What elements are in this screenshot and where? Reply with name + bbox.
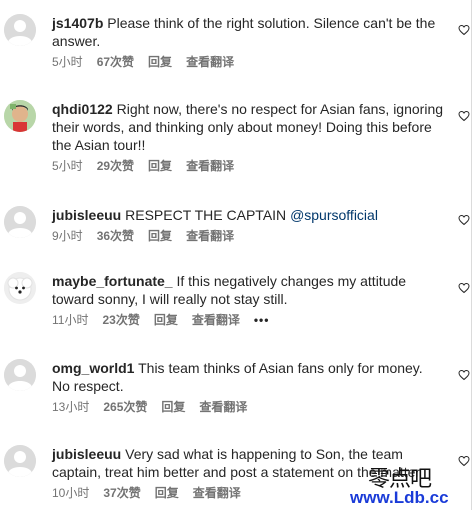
photo-avatar[interactable] (4, 100, 36, 132)
comment-likes[interactable]: 23次赞 (102, 313, 139, 327)
comment-likes[interactable]: 37次赞 (103, 486, 140, 500)
comment-text-block: js1407b Please think of the right soluti… (52, 14, 444, 50)
comment-username[interactable]: jubisleeuu (52, 207, 121, 223)
comment-meta: 9小时 36次赞 回复 查看翻译 (52, 228, 444, 244)
comment-text: RESPECT THE CAPTAIN (125, 207, 287, 223)
comment-text-block: qhdi0122 Right now, there's no respect f… (52, 100, 444, 154)
comment-username[interactable]: qhdi0122 (52, 101, 113, 117)
user-silhouette-icon (4, 445, 36, 477)
translate-button[interactable]: 查看翻译 (186, 159, 234, 173)
comment-body: maybe_fortunate_ If this negatively chan… (52, 272, 444, 328)
comment-username[interactable]: maybe_fortunate_ (52, 273, 173, 289)
comment-body: omg_world1 This team thinks of Asian fan… (52, 359, 444, 415)
translate-button[interactable]: 查看翻译 (186, 229, 234, 243)
comment-likes[interactable]: 29次赞 (97, 159, 134, 173)
comment-meta: 5小时 29次赞 回复 查看翻译 (52, 158, 444, 174)
comment-likes[interactable]: 67次赞 (97, 55, 134, 69)
comment-meta: 13小时 265次赞 回复 查看翻译 (52, 399, 444, 415)
dog-photo-icon (4, 272, 36, 304)
user-silhouette-icon (4, 359, 36, 391)
reply-button[interactable]: 回复 (148, 229, 172, 243)
like-heart-icon[interactable] (458, 369, 470, 381)
reply-button[interactable]: 回复 (154, 313, 178, 327)
comment-username[interactable]: jubisleeuu (52, 446, 121, 462)
comment-text: Please think of the right solution. Sile… (52, 15, 436, 49)
translate-button[interactable]: 查看翻译 (193, 486, 241, 500)
comment-text-block: omg_world1 This team thinks of Asian fan… (52, 359, 444, 395)
profile-photo-icon (4, 100, 36, 132)
reply-button[interactable]: 回复 (161, 400, 185, 414)
mention-link[interactable]: @spursofficial (290, 207, 378, 223)
comment-username[interactable]: omg_world1 (52, 360, 134, 376)
reply-button[interactable]: 回复 (155, 486, 179, 500)
user-silhouette-icon (4, 206, 36, 238)
comment-likes[interactable]: 265次赞 (103, 400, 147, 414)
comment-time[interactable]: 10小时 (52, 486, 89, 500)
comment-text-block: maybe_fortunate_ If this negatively chan… (52, 272, 444, 308)
more-options-icon[interactable]: ••• (254, 313, 270, 327)
default-avatar[interactable] (4, 206, 36, 238)
default-avatar[interactable] (4, 445, 36, 477)
photo-avatar[interactable] (4, 272, 36, 304)
comment-body: qhdi0122 Right now, there's no respect f… (52, 100, 444, 174)
user-silhouette-icon (4, 14, 36, 46)
reply-button[interactable]: 回复 (148, 159, 172, 173)
like-heart-icon[interactable] (458, 110, 470, 122)
like-heart-icon[interactable] (458, 24, 470, 36)
reply-button[interactable]: 回复 (148, 55, 172, 69)
like-heart-icon[interactable] (458, 282, 470, 294)
translate-button[interactable]: 查看翻译 (192, 313, 240, 327)
comment-body: jubisleeuu RESPECT THE CAPTAIN @spursoff… (52, 206, 444, 244)
comment-time[interactable]: 13小时 (52, 400, 89, 414)
watermark-url: www.Ldb.cc (350, 488, 449, 507)
comment-time[interactable]: 11小时 (52, 313, 88, 327)
like-heart-icon[interactable] (458, 214, 470, 226)
comment-meta: 5小时 67次赞 回复 查看翻译 (52, 54, 444, 70)
comment-time[interactable]: 5小时 (52, 159, 83, 173)
like-heart-icon[interactable] (458, 455, 470, 467)
comment-likes[interactable]: 36次赞 (97, 229, 134, 243)
default-avatar[interactable] (4, 359, 36, 391)
comment-body: js1407b Please think of the right soluti… (52, 14, 444, 70)
comments-panel: js1407b Please think of the right soluti… (0, 0, 472, 510)
comment-text-block: jubisleeuu RESPECT THE CAPTAIN @spursoff… (52, 206, 444, 224)
comment-time[interactable]: 5小时 (52, 55, 83, 69)
comment-username[interactable]: js1407b (52, 15, 103, 31)
comment-meta: 11小时 23次赞 回复 查看翻译 ••• (52, 312, 444, 328)
translate-button[interactable]: 查看翻译 (186, 55, 234, 69)
translate-button[interactable]: 查看翻译 (199, 400, 247, 414)
default-avatar[interactable] (4, 14, 36, 46)
comment-time[interactable]: 9小时 (52, 229, 83, 243)
